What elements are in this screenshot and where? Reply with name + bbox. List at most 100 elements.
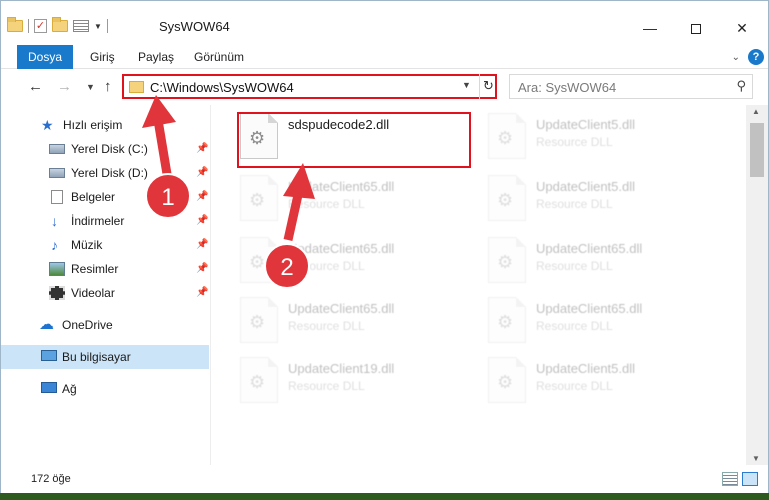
recent-locations-chevron-icon[interactable]: ▼ [86,82,95,92]
minimize-button[interactable]: — [627,13,673,43]
new-folder-icon[interactable] [52,17,68,32]
address-bar[interactable]: C:\Windows\SysWOW64 ▼ ↻ [122,74,497,99]
pin-icon[interactable]: 📌 [196,209,208,233]
sidebar-item-downloads[interactable]: ↓ İndirmeler 📌 [1,209,209,233]
search-placeholder: Ara: SysWOW64 [518,80,617,95]
dll-file-icon: ⚙ [488,357,526,403]
customize-toolbar-chevron-icon[interactable]: ▼ [94,22,102,31]
sidebar-item-this-pc[interactable]: Bu bilgisayar [1,345,209,369]
file-name: UpdateClient65.dll [288,179,395,194]
properties-check-icon[interactable]: ✓ [34,19,47,33]
pin-icon[interactable]: 📌 [196,161,208,185]
file-name: UpdateClient65.dll [536,241,643,256]
search-input[interactable]: Ara: SysWOW64 ⚲ [509,74,753,99]
videos-icon [49,286,65,300]
pin-icon[interactable]: 📌 [196,257,208,281]
scrollbar-thumb[interactable] [750,123,764,177]
gear-icon: ⚙ [497,312,514,332]
tab-file[interactable]: Dosya [17,45,73,69]
folder-icon [129,81,144,93]
maximize-button[interactable] [673,13,719,43]
file-item[interactable]: ⚙ UpdateClient65.dll Resource DLL [240,175,470,231]
sidebar-item-quick-access[interactable]: ★ Hızlı erişim [1,113,209,137]
sidebar-item-label: Yerel Disk (C:) [71,142,148,156]
file-item[interactable]: ⚙ UpdateClient5.dll Resource DLL [488,175,718,231]
pin-icon[interactable]: 📌 [196,185,208,209]
expand-ribbon-chevron-icon[interactable]: ⌄ [732,52,740,63]
view-toggle [722,472,758,486]
ribbon-tabs: Dosya Giriş Paylaş Görünüm ⌄ ? [1,45,768,69]
sidebar-item-label: Ağ [62,382,77,396]
back-arrow-icon[interactable]: ← [28,78,43,95]
music-icon: ♪ [51,237,58,253]
up-arrow-icon[interactable]: ↑ [104,78,112,95]
sidebar-item-network[interactable]: Ağ [1,377,209,401]
file-item[interactable]: ⚙ UpdateClient5.dll Resource DLL [488,113,718,169]
gear-icon: ⚙ [497,128,514,148]
sidebar-item-onedrive[interactable]: ☁ OneDrive [1,313,209,337]
tab-share[interactable]: Paylaş [138,45,174,69]
tab-view[interactable]: Görünüm [194,45,244,69]
file-name: UpdateClient65.dll [288,301,395,316]
refresh-icon[interactable]: ↻ [479,74,497,99]
pictures-icon [49,262,65,276]
sidebar-item-documents[interactable]: Belgeler 📌 [1,185,209,209]
dll-file-icon: ⚙ [488,297,526,343]
dll-file-icon: ⚙ [488,113,526,159]
file-type: Resource DLL [288,319,365,333]
tiles-view-icon[interactable] [742,472,758,486]
close-button[interactable]: ✕ [719,13,765,43]
toolbar-divider [28,19,29,33]
sidebar-item-local-disk-c[interactable]: Yerel Disk (C:) 📌 [1,137,209,161]
vertical-scrollbar[interactable]: ▲ ▼ [746,105,768,465]
dll-file-icon: ⚙ [488,237,526,283]
pc-icon [41,350,57,361]
gear-icon: ⚙ [249,372,266,392]
file-type: Resource DLL [288,379,365,393]
status-bar: 172 öğe [1,465,768,493]
file-item[interactable]: ⚙ UpdateClient19.dll Resource DLL [240,357,470,413]
file-item[interactable]: ⚙ UpdateClient65.dll Resource DLL [488,237,718,293]
sidebar-item-label: Videolar [71,286,115,300]
forward-arrow-icon[interactable]: → [57,78,72,95]
address-dropdown-chevron-icon[interactable]: ▼ [462,80,471,90]
dll-file-icon: ⚙ [240,297,278,343]
sidebar-item-videos[interactable]: Videolar 📌 [1,281,209,305]
file-item[interactable]: ⚙ UpdateClient65.dll Resource DLL [240,237,470,293]
help-icon[interactable]: ? [748,49,764,65]
maximize-icon [691,24,701,35]
pin-icon[interactable]: 📌 [196,137,208,161]
address-path[interactable]: C:\Windows\SysWOW64 [150,80,294,95]
explorer-window: ✓ ▼ SysWOW64 — ✕ Dosya Giriş Paylaş Görü… [0,0,769,493]
dll-file-icon: ⚙ [488,175,526,221]
sidebar-item-music[interactable]: ♪ Müzik 📌 [1,233,209,257]
pin-icon[interactable]: 📌 [196,233,208,257]
file-item[interactable]: ⚙ UpdateClient5.dll Resource DLL [488,357,718,413]
details-view-icon[interactable] [722,472,738,486]
file-type: Resource DLL [536,135,613,149]
sidebar-item-label: Yerel Disk (D:) [71,166,148,180]
gear-icon: ⚙ [497,372,514,392]
gear-icon: ⚙ [497,190,514,210]
file-type: Resource DLL [536,259,613,273]
pin-icon[interactable]: 📌 [196,281,208,305]
sidebar-item-local-disk-d[interactable]: Yerel Disk (D:) 📌 [1,161,209,185]
folder-icon[interactable] [7,17,23,32]
title-bar: ✓ ▼ SysWOW64 — ✕ [1,1,768,45]
gear-icon: ⚙ [497,252,514,272]
search-icon[interactable]: ⚲ [736,78,746,94]
file-item[interactable]: ⚙ UpdateClient65.dll Resource DLL [240,297,470,353]
sidebar-item-pictures[interactable]: Resimler 📌 [1,257,209,281]
file-name: UpdateClient5.dll [536,117,636,132]
scroll-up-arrow-icon[interactable]: ▲ [752,107,760,116]
file-highlight-frame [237,112,471,168]
scroll-down-arrow-icon[interactable]: ▼ [752,454,760,463]
properties-icon[interactable] [73,20,89,32]
star-icon: ★ [41,117,54,133]
file-name: UpdateClient65.dll [536,301,643,316]
file-item[interactable]: ⚙ UpdateClient65.dll Resource DLL [488,297,718,353]
gear-icon: ⚙ [249,190,266,210]
tab-home[interactable]: Giriş [90,45,115,69]
quick-access-toolbar: ✓ ▼ [7,17,108,33]
sidebar-item-label: İndirmeler [71,214,125,228]
